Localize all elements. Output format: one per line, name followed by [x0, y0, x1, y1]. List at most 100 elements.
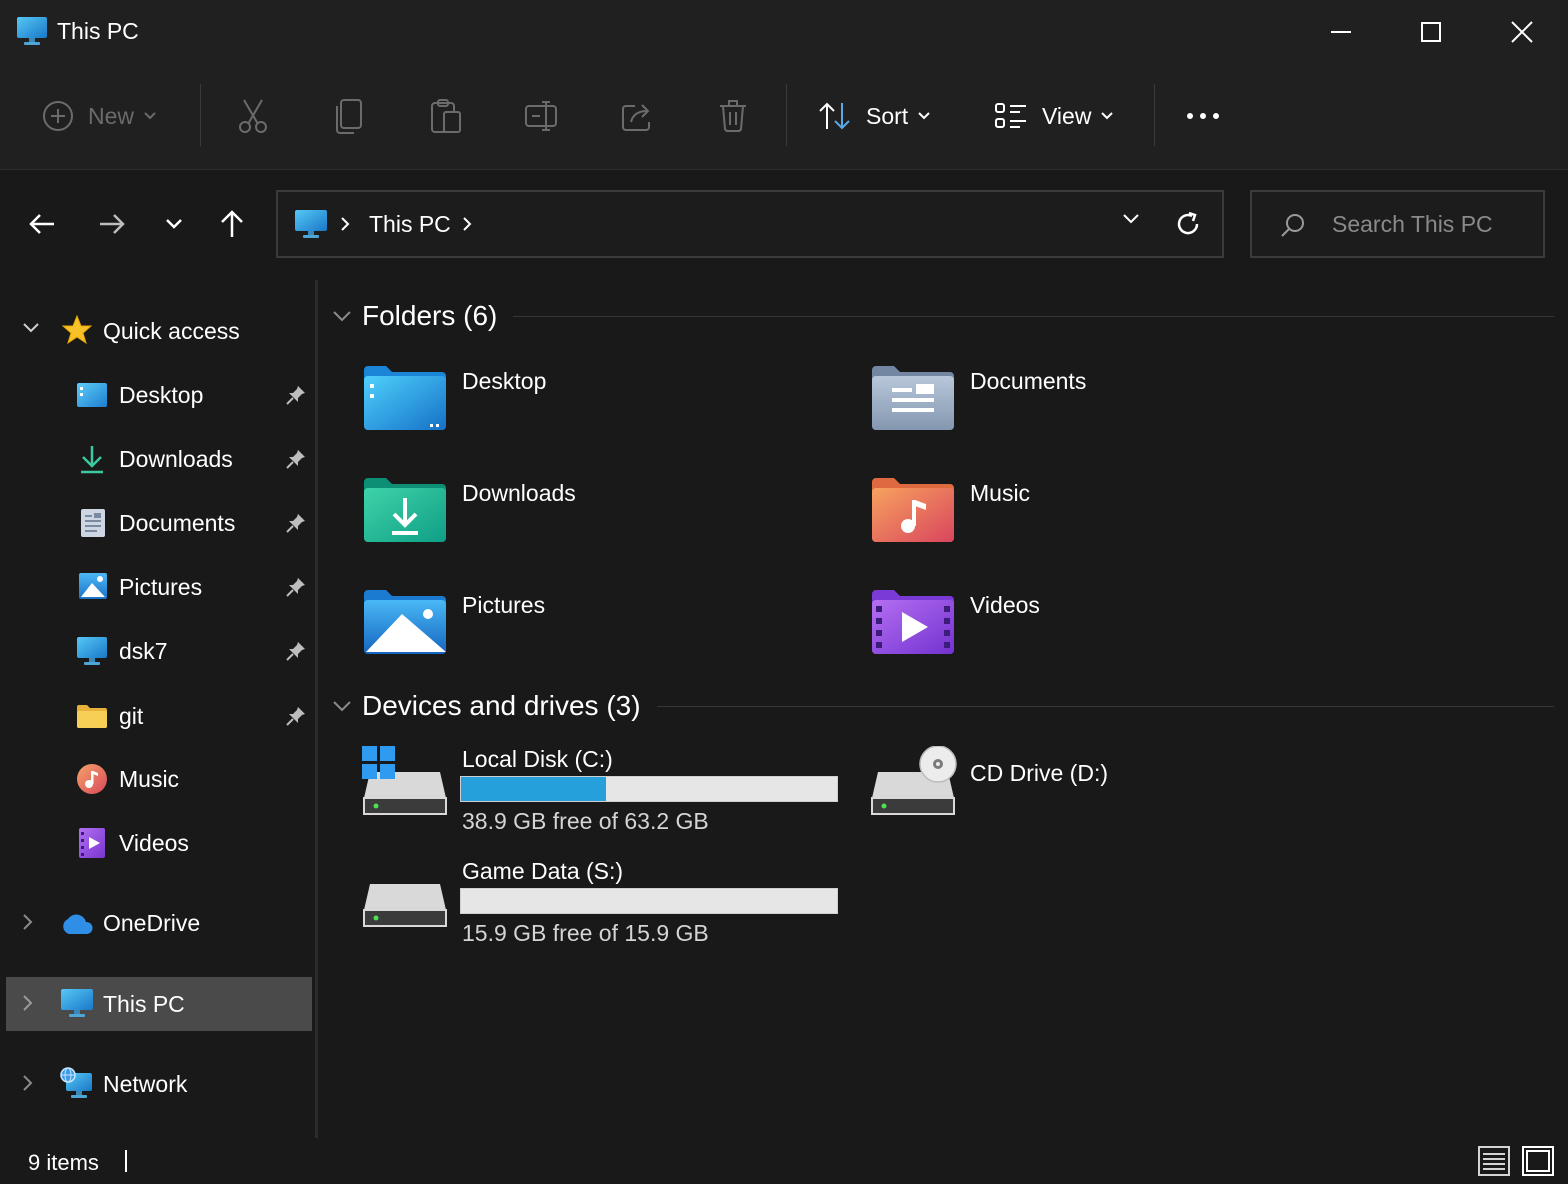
breadcrumb-separator-icon[interactable]: [462, 216, 472, 232]
details-view-icon[interactable]: [1478, 1146, 1510, 1176]
paste-icon: [430, 98, 462, 134]
drive-free-space: 38.9 GB free of 63.2 GB: [462, 808, 709, 834]
folder-label: Videos: [970, 592, 1040, 618]
delete-button[interactable]: [718, 62, 748, 170]
sidebar-item-dsk7[interactable]: dsk7: [6, 624, 312, 678]
drive-free-space: 15.9 GB free of 15.9 GB: [462, 920, 709, 946]
section-divider: [513, 315, 1554, 317]
chevron-down-icon[interactable]: [332, 310, 352, 322]
this-pc-icon: [60, 988, 94, 1018]
cut-icon: [236, 98, 270, 134]
chevron-down-icon: [144, 112, 156, 120]
drive-icon: [362, 858, 448, 930]
sidebar-item-label: git: [119, 703, 144, 729]
share-button[interactable]: [621, 62, 655, 170]
sidebar-item-documents[interactable]: Documents: [6, 496, 312, 550]
desktop-folder-icon: [362, 364, 448, 432]
sort-button[interactable]: Sort: [818, 62, 930, 170]
sidebar-item-downloads[interactable]: Downloads: [6, 432, 312, 486]
status-bar: 9 items: [0, 1138, 1568, 1184]
recent-locations-button[interactable]: [152, 200, 196, 248]
address-bar[interactable]: This PC: [276, 190, 1224, 258]
sidebar-item-label: Network: [103, 1071, 188, 1097]
breadcrumb-this-pc[interactable]: This PC: [369, 211, 451, 238]
folder-downloads[interactable]: Downloads: [362, 476, 832, 576]
search-box[interactable]: Search This PC: [1250, 190, 1545, 258]
sidebar-item-videos[interactable]: Videos: [6, 816, 312, 870]
sidebar-item-label: This PC: [103, 991, 185, 1017]
address-dropdown-icon[interactable]: [1122, 213, 1140, 225]
item-count: 9 items: [28, 1150, 99, 1175]
sidebar-item-onedrive[interactable]: OneDrive: [6, 896, 312, 950]
documents-icon: [80, 508, 106, 538]
minimize-button[interactable]: [1319, 10, 1363, 54]
paste-button[interactable]: [430, 62, 462, 170]
folder-desktop[interactable]: Desktop: [362, 364, 832, 464]
chevron-down-icon: [1101, 112, 1114, 120]
folder-pictures[interactable]: Pictures: [362, 588, 832, 688]
sidebar-item-network[interactable]: Network: [6, 1057, 312, 1111]
maximize-button[interactable]: [1409, 10, 1453, 54]
sidebar-item-desktop[interactable]: Desktop: [6, 368, 312, 422]
up-button[interactable]: [210, 200, 254, 248]
pin-icon: [286, 641, 306, 661]
pin-icon: [286, 385, 306, 405]
section-title: Devices and drives (3): [362, 690, 641, 721]
drive-game-data-s[interactable]: Game Data (S:) 15.9 GB free of 15.9 GB: [362, 858, 842, 964]
search-input[interactable]: Search This PC: [1332, 211, 1493, 238]
view-label: View: [1042, 102, 1092, 129]
folder-documents[interactable]: Documents: [870, 364, 1340, 464]
more-options-button[interactable]: [1186, 62, 1220, 170]
drives-section-header[interactable]: Devices and drives (3): [332, 690, 1554, 722]
view-button[interactable]: View: [994, 62, 1114, 170]
sidebar-item-quick-access[interactable]: Quick access: [6, 304, 312, 358]
drive-local-disk-c[interactable]: Local Disk (C:) 38.9 GB free of 63.2 GB: [362, 746, 842, 852]
pin-icon: [286, 706, 306, 726]
command-bar: New Sort View: [0, 62, 1568, 170]
folder-label: Documents: [970, 368, 1087, 394]
folder-label: Music: [970, 480, 1031, 506]
chevron-right-icon[interactable]: [22, 994, 34, 1012]
search-icon: [1280, 212, 1306, 238]
rename-button[interactable]: [524, 62, 560, 170]
drive-cd-drive-d[interactable]: CD Drive (D:): [870, 746, 1350, 852]
pin-icon: [286, 449, 306, 469]
new-button[interactable]: New: [42, 62, 156, 170]
section-title: Folders (6): [362, 300, 498, 331]
drive-usage-bar: [460, 776, 838, 802]
folder-videos[interactable]: Videos: [870, 588, 1340, 688]
folders-section-header[interactable]: Folders (6): [332, 300, 1554, 332]
drive-name: Local Disk (C:): [462, 746, 613, 772]
sidebar-item-label: dsk7: [119, 638, 168, 664]
chevron-right-icon[interactable]: [22, 913, 34, 931]
rename-icon: [524, 100, 560, 132]
folder-label: Desktop: [462, 368, 547, 394]
forward-button[interactable]: [90, 200, 134, 248]
videos-icon: [78, 827, 106, 859]
cd-drive-icon: [870, 746, 960, 818]
sidebar-item-music[interactable]: Music: [6, 752, 312, 806]
sidebar-item-pictures[interactable]: Pictures: [6, 560, 312, 614]
desktop-icon: [76, 382, 108, 408]
sidebar-item-this-pc[interactable]: This PC: [6, 977, 312, 1031]
refresh-icon[interactable]: [1174, 210, 1202, 238]
folder-music[interactable]: Music: [870, 476, 1340, 576]
close-button[interactable]: [1500, 10, 1544, 54]
tiles-view-icon[interactable]: [1522, 1146, 1554, 1176]
folder-label: Downloads: [462, 480, 576, 506]
view-icon: [994, 102, 1028, 130]
folder-icon: [76, 703, 108, 729]
breadcrumb-separator-icon[interactable]: [340, 216, 350, 232]
sidebar-item-label: Desktop: [119, 382, 204, 408]
chevron-down-icon[interactable]: [22, 322, 40, 334]
section-divider: [656, 705, 1554, 707]
chevron-down-icon[interactable]: [332, 700, 352, 712]
pin-icon: [286, 577, 306, 597]
sidebar-item-git[interactable]: git: [6, 689, 312, 743]
cut-button[interactable]: [236, 62, 270, 170]
sidebar-item-label: Downloads: [119, 446, 233, 472]
copy-button[interactable]: [334, 62, 364, 170]
back-button[interactable]: [20, 200, 64, 248]
status-divider: [125, 1150, 127, 1172]
chevron-right-icon[interactable]: [22, 1074, 34, 1092]
